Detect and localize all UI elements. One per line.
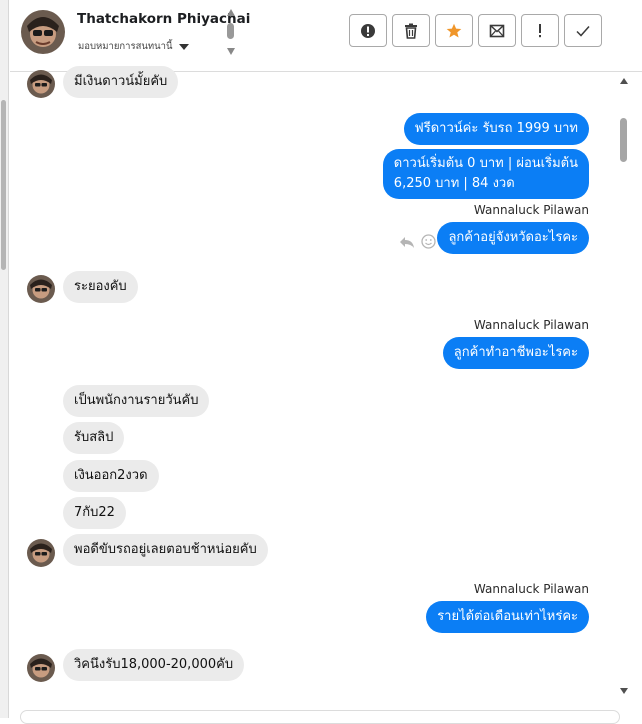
incoming-message: วิคนึงรับ18,000-20,000คับ <box>63 649 245 681</box>
left-scrollbar[interactable] <box>0 0 9 718</box>
check-icon <box>576 25 590 37</box>
incoming-message: พอดีขับรถอยู่เลยตอบช้าหน่อยคับ <box>63 534 268 566</box>
message-actions <box>399 234 436 249</box>
outgoing-message: ลูกค้าทำอาชีพอะไรคะ <box>442 337 589 369</box>
message-line: 6,250 บาท | 84 งวด <box>393 176 515 191</box>
alert-button[interactable] <box>349 14 387 47</box>
avatar[interactable] <box>21 10 65 54</box>
incoming-message: มีเงินดาวน์มั้ยคับ <box>63 66 179 98</box>
avatar[interactable] <box>27 654 55 682</box>
incoming-message: ระยองคับ <box>63 271 138 303</box>
thread-scroll-thumb[interactable] <box>620 118 627 162</box>
thread-scrollbar[interactable] <box>616 72 630 698</box>
chevron-down-icon <box>178 43 189 50</box>
done-button[interactable] <box>564 14 602 47</box>
important-button[interactable] <box>521 14 559 47</box>
reply-icon[interactable] <box>399 235 415 249</box>
contact-name: Thatchakorn Phiyachai <box>77 11 251 27</box>
sender-name: Wannaluck Pilawan <box>473 582 589 596</box>
outgoing-message: ดาวน์เริ่มต้น 0 บาท | ผ่อนเริ่มต้น 6,250… <box>382 149 589 199</box>
scroll-down-icon[interactable] <box>620 688 628 694</box>
assign-dropdown[interactable]: มอบหมายการสนทนานี้ <box>78 39 189 54</box>
delete-button[interactable] <box>392 14 430 47</box>
conversation-header: Thatchakorn Phiyachai มอบหมายการสนทนานี้ <box>10 0 642 72</box>
outgoing-message: ลูกค้าอยู่จังหวัดอะไรคะ <box>437 222 589 254</box>
trash-icon <box>405 23 417 39</box>
alert-icon <box>361 23 375 38</box>
message-line: ดาวน์เริ่มต้น 0 บาท | ผ่อนเริ่มต้น <box>393 156 578 171</box>
left-scrollbar-thumb[interactable] <box>1 100 6 270</box>
message-thread[interactable]: มีเงินดาวน์มั้ยคับ ฟรีดาวน์ค่ะ รับรถ 199… <box>10 66 620 712</box>
scroll-up-icon[interactable] <box>227 9 235 16</box>
emoji-icon[interactable] <box>421 234 436 249</box>
message-composer[interactable] <box>20 710 620 724</box>
sender-name: Wannaluck Pilawan <box>473 318 589 332</box>
exclamation-icon <box>539 23 541 37</box>
assign-label: มอบหมายการสนทนานี้ <box>78 41 173 52</box>
star-button[interactable] <box>435 14 473 47</box>
scroll-up-icon[interactable] <box>620 78 628 84</box>
outgoing-message: รายได้ต่อเดือนเท่าไหร่คะ <box>426 601 589 633</box>
mail-icon <box>489 24 505 37</box>
incoming-message: 7กับ22 <box>63 497 126 529</box>
incoming-message: รับสลิป <box>63 422 125 454</box>
header-scrollbar[interactable] <box>226 9 236 55</box>
avatar[interactable] <box>27 539 55 567</box>
mark-unread-button[interactable] <box>478 14 516 47</box>
incoming-message: เป็นพนักงานรายวันคับ <box>63 385 210 417</box>
avatar[interactable] <box>27 275 55 303</box>
sender-name: Wannaluck Pilawan <box>473 203 589 217</box>
outgoing-message: ฟรีดาวน์ค่ะ รับรถ 1999 บาท <box>403 113 589 145</box>
star-icon <box>446 23 462 37</box>
header-scroll-thumb[interactable] <box>227 23 234 39</box>
avatar[interactable] <box>27 70 55 98</box>
incoming-message: เงินออก2งวด <box>63 460 159 492</box>
scroll-down-icon[interactable] <box>227 48 235 55</box>
